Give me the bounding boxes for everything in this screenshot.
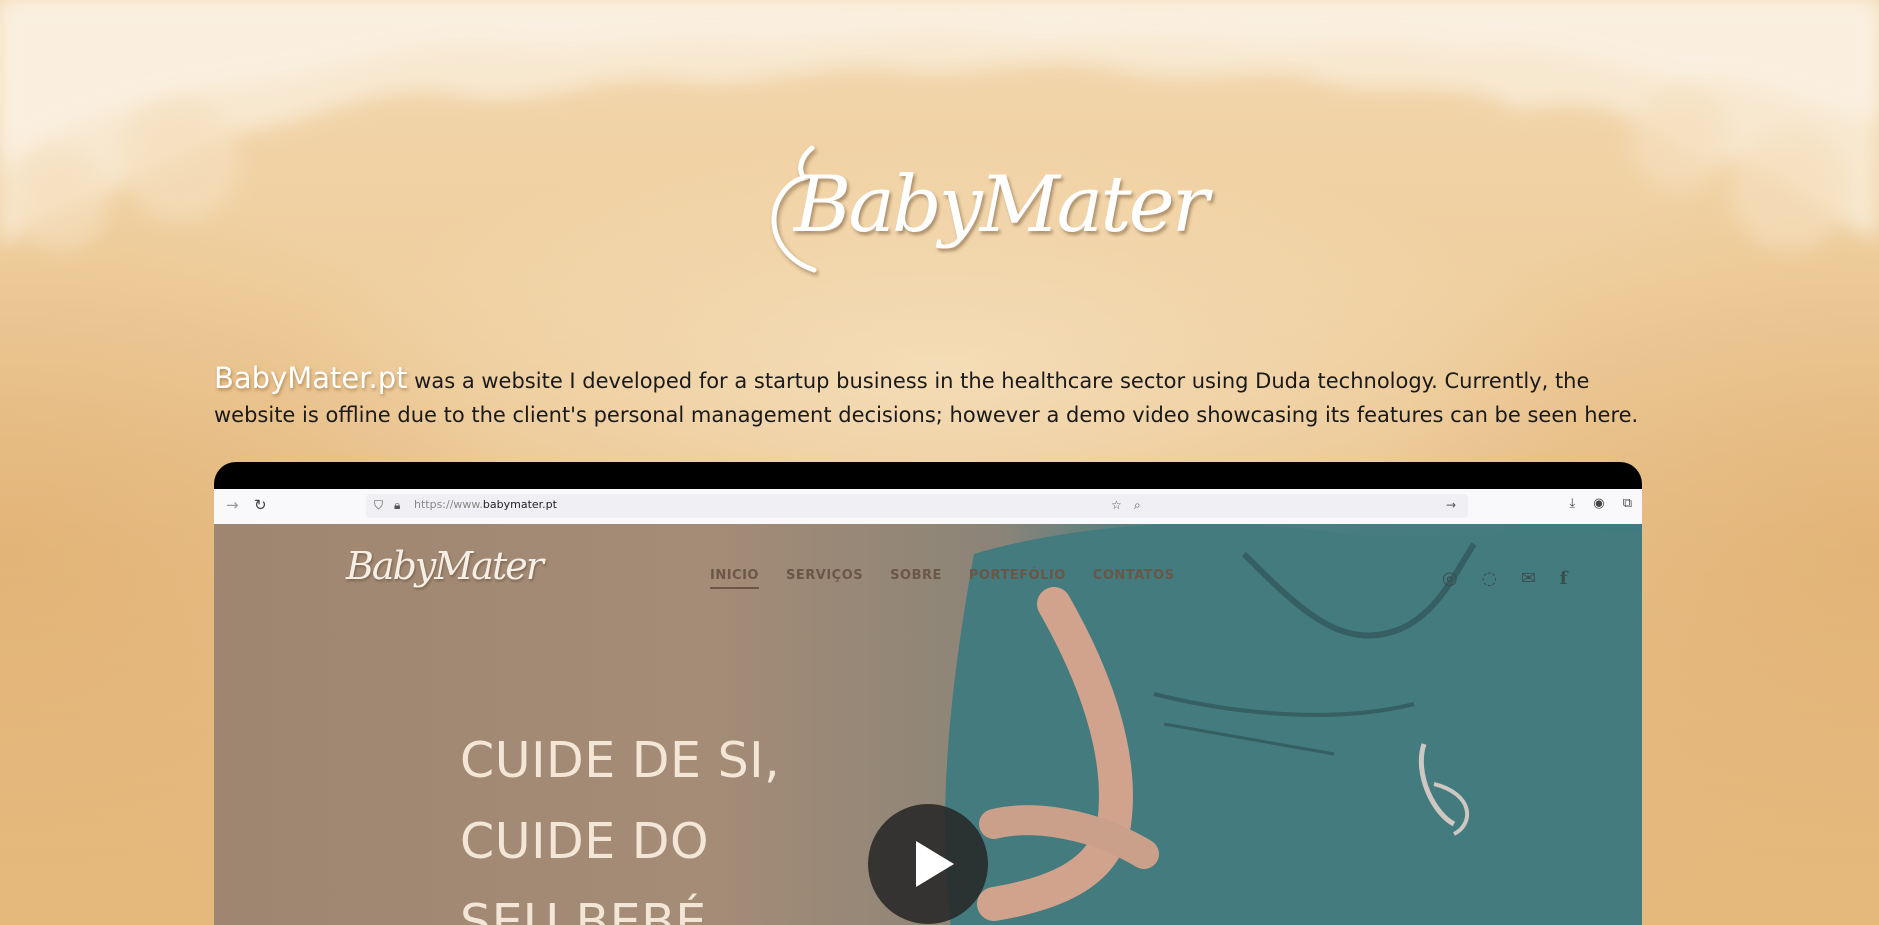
intro-text: was a website I developed for a startup … <box>214 369 1639 427</box>
extensions-icon: ⧉ <box>1622 496 1632 511</box>
facebook-icon: f <box>1559 568 1568 589</box>
intro-paragraph: BabyMater.pt was a website I developed f… <box>214 361 1644 432</box>
forward-arrow-icon: → <box>226 496 239 514</box>
reload-icon: ↻ <box>254 496 267 514</box>
account-icon: ◉ <box>1593 496 1605 511</box>
site-nav: INICIO SERVIÇOS SOBRE PORTEFÓLIO CONTATO… <box>710 568 1196 589</box>
demo-video[interactable]: → ↻ ⛉ 🔒︎ https://www.babymater.pt ☆ ⌕ → … <box>214 462 1642 925</box>
play-icon <box>916 841 954 887</box>
play-button[interactable] <box>868 804 988 924</box>
go-arrow-icon: → <box>1446 498 1457 512</box>
instagram-icon: ◎ <box>1442 568 1458 589</box>
hero-line-3: SEU BEBÉ, <box>460 894 723 925</box>
main-logo: BabyMater <box>760 140 1209 280</box>
nav-portefolio: PORTEFÓLIO <box>968 568 1066 583</box>
site-social-icons: ◎ ◌ ✉ f <box>1442 568 1585 589</box>
download-icon: ⤓ <box>1569 496 1576 511</box>
email-icon: ✉ <box>1520 568 1536 589</box>
nav-inicio: INICIO <box>710 568 759 589</box>
shield-icon: ⛉ <box>374 498 384 512</box>
browser-toolbar: → ↻ ⛉ 🔒︎ https://www.babymater.pt ☆ ⌕ → … <box>214 489 1642 525</box>
star-icon: ☆ <box>1111 498 1122 512</box>
browser-actions: ⤓ ◉ ⧉ <box>1555 496 1632 511</box>
search-icon: ⌕ <box>1134 498 1141 512</box>
hero-line-2: CUIDE DO <box>460 813 710 870</box>
logo-text: BabyMater <box>794 160 1209 250</box>
video-frame-content: BabyMater INICIO SERVIÇOS SOBRE PORTEFÓL… <box>214 524 1642 925</box>
whatsapp-icon: ◌ <box>1481 568 1498 589</box>
brand-name: BabyMater.pt <box>214 361 408 395</box>
hero-title: CUIDE DE SI, CUIDE DO SEU BEBÉ, <box>460 720 780 925</box>
address-bar: ⛉ 🔒︎ https://www.babymater.pt ☆ ⌕ → <box>366 494 1468 518</box>
nav-servicos: SERVIÇOS <box>786 568 864 583</box>
nav-contatos: CONTATOS <box>1092 568 1175 583</box>
url-text: https://www.babymater.pt <box>414 498 557 511</box>
hero-line-1: CUIDE DE SI, <box>460 732 781 789</box>
lock-icon: 🔒︎ <box>394 498 401 512</box>
site-logo: BabyMater <box>346 544 544 588</box>
nav-sobre: SOBRE <box>890 568 942 583</box>
